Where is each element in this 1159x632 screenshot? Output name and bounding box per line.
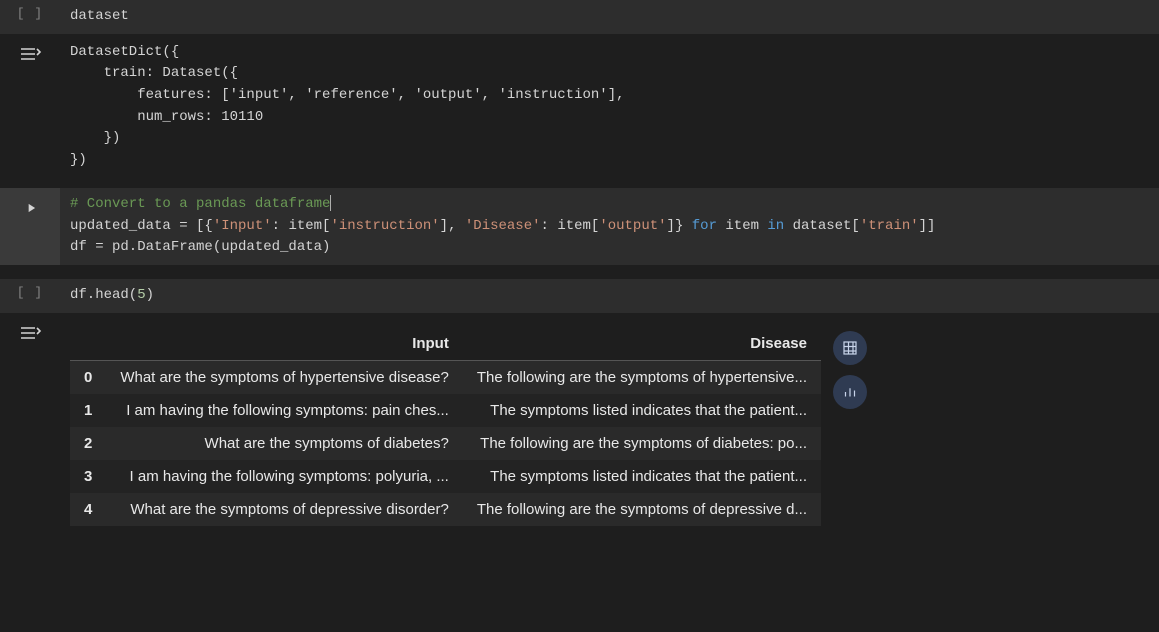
cell-gutter[interactable]: [ ] [0,0,60,34]
output-gutter [0,315,60,538]
cell-disease: The following are the symptoms of diabet… [463,427,821,460]
table-view-button[interactable] [833,331,867,365]
output-indicator-icon [18,321,42,345]
execution-count-empty: [ ] [17,285,43,300]
index-header [70,327,106,361]
table-row: 4 What are the symptoms of depressive di… [70,493,821,526]
chart-view-button[interactable] [833,375,867,409]
row-index: 3 [70,460,106,493]
column-header-input: Input [106,327,463,361]
code-text: dataset [70,8,129,24]
dataframe-table: Input Disease 0 What are the symptoms of… [70,327,821,526]
cell-disease: The following are the symptoms of hypert… [463,360,821,394]
table-header-row: Input Disease [70,327,821,361]
code-input-area[interactable]: # Convert to a pandas dataframe updated_… [60,188,1159,265]
code-input-area[interactable]: df.head(5) [60,279,1159,313]
run-cell-button[interactable] [16,194,44,222]
code-cell-3[interactable]: [ ] df.head(5) [0,279,1159,313]
output-indicator-icon [18,42,42,66]
row-index: 0 [70,360,106,394]
code-cell-3-output: Input Disease 0 What are the symptoms of… [0,315,1159,538]
cell-input: What are the symptoms of diabetes? [106,427,463,460]
cell-gutter[interactable] [0,188,60,265]
execution-count-empty: [ ] [17,6,43,21]
row-index: 4 [70,493,106,526]
row-index: 2 [70,427,106,460]
table-row: 2 What are the symptoms of diabetes? The… [70,427,821,460]
code-cell-1[interactable]: [ ] dataset [0,0,1159,34]
dataframe-tools [833,327,867,409]
output-gutter [0,36,60,178]
table-row: 0 What are the symptoms of hypertensive … [70,360,821,394]
code-input-area[interactable]: dataset [60,0,1159,34]
table-row: 1 I am having the following symptoms: pa… [70,394,821,427]
code-comment: # Convert to a pandas dataframe [70,196,330,212]
cell-input: I am having the following symptoms: poly… [106,460,463,493]
cell-gutter[interactable]: [ ] [0,279,60,313]
code-cell-2[interactable]: # Convert to a pandas dataframe updated_… [0,188,1159,265]
cell-disease: The following are the symptoms of depres… [463,493,821,526]
cell-input: What are the symptoms of hypertensive di… [106,360,463,394]
code-cell-1-output: DatasetDict({ train: Dataset({ features:… [0,36,1159,178]
cell-input: What are the symptoms of depressive diso… [106,493,463,526]
output-text: DatasetDict({ train: Dataset({ features:… [70,42,1149,172]
cell-input: I am having the following symptoms: pain… [106,394,463,427]
column-header-disease: Disease [463,327,821,361]
cell-disease: The symptoms listed indicates that the p… [463,460,821,493]
text-cursor [330,195,331,211]
cell-disease: The symptoms listed indicates that the p… [463,394,821,427]
row-index: 1 [70,394,106,427]
table-row: 3 I am having the following symptoms: po… [70,460,821,493]
